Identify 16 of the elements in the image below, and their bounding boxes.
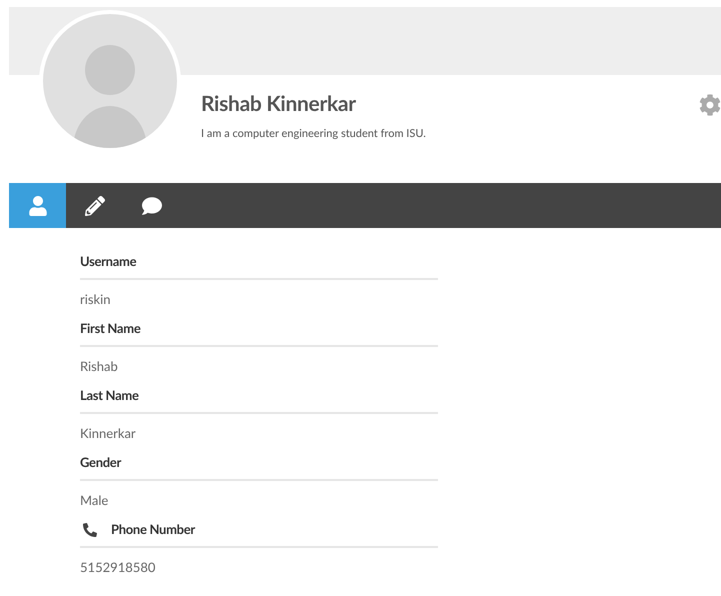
field-label: Phone Number <box>111 520 195 539</box>
field-value: Rishab <box>80 357 119 375</box>
field-value: 5152918580 <box>80 558 156 576</box>
field-label: Last Name <box>80 386 139 405</box>
field-value: Kinnerkar <box>80 424 137 442</box>
field-label: Username <box>80 252 136 271</box>
profile-bio: I am a computer engineering student from ISU. <box>201 126 426 142</box>
speech-bubble-icon <box>142 196 162 216</box>
user-icon <box>28 196 48 216</box>
phone-icon <box>83 522 97 536</box>
field-label: Gender <box>80 452 122 472</box>
pencil-icon <box>84 196 104 216</box>
field-label: First Name <box>80 318 140 338</box>
field-value: Male <box>80 491 110 509</box>
profile-name: Rishab Kinnerkar <box>201 90 357 118</box>
field-value: riskin <box>80 290 112 308</box>
